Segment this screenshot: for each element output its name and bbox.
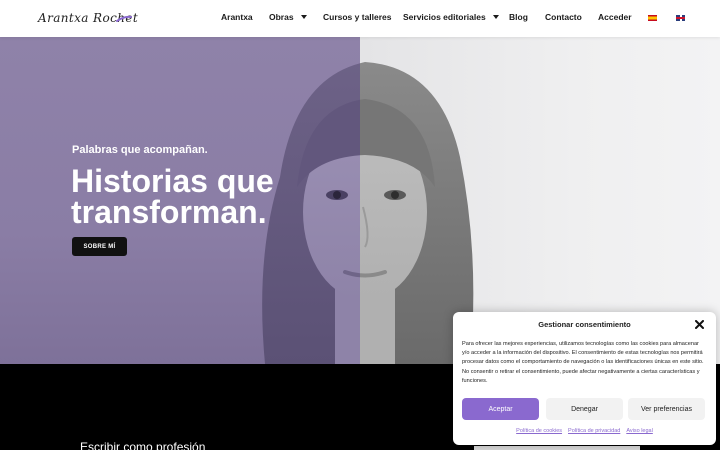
nav-label: Contacto: [545, 12, 582, 22]
nav-item-acceder[interactable]: Acceder: [598, 12, 632, 22]
hero-tagline: Palabras que acompañan.: [72, 144, 208, 156]
close-icon[interactable]: [695, 320, 704, 329]
about-me-button[interactable]: SOBRE MÍ: [72, 237, 127, 256]
section-heading: Escribir como profesión: [80, 440, 206, 450]
accept-button[interactable]: Aceptar: [462, 398, 539, 420]
view-preferences-button[interactable]: Ver preferencias: [628, 398, 705, 420]
hero-title: Historias que transforman.: [71, 163, 274, 230]
nav-label: Cursos y talleres: [323, 12, 392, 22]
nav-item-servicios[interactable]: Servicios editoriales: [403, 12, 499, 22]
nav-item-contacto[interactable]: Contacto: [545, 12, 582, 22]
consent-links: Política de cookies Política de privacid…: [453, 428, 716, 434]
cookie-policy-link[interactable]: Política de cookies: [516, 428, 562, 434]
nav-item-obras[interactable]: Obras: [269, 12, 307, 22]
chevron-down-icon: [300, 15, 307, 19]
privacy-policy-link[interactable]: Política de privacidad: [568, 428, 620, 434]
main-nav: Arantxa Obras Cursos y talleres Servicio…: [0, 0, 720, 37]
deny-button[interactable]: Denegar: [546, 398, 623, 420]
chevron-down-icon: [492, 15, 499, 19]
nav-item-blog[interactable]: Blog: [509, 12, 528, 22]
consent-text: Para ofrecer las mejores experiencias, u…: [462, 341, 704, 384]
nav-label: Servicios editoriales: [403, 12, 486, 22]
nav-item-arantxa[interactable]: Arantxa: [221, 12, 253, 22]
section-image: [474, 446, 640, 450]
nav-label: Obras: [269, 12, 294, 22]
site-header: Arantxa Rochet Arantxa Obras Cursos y ta…: [0, 0, 720, 37]
consent-title: Gestionar consentimiento: [538, 320, 631, 329]
nav-label: Acceder: [598, 12, 632, 22]
nav-label: Arantxa: [221, 12, 253, 22]
cookie-consent-dialog: Gestionar consentimiento Para ofrecer la…: [453, 312, 716, 445]
legal-notice-link[interactable]: Aviso legal: [626, 428, 653, 434]
nav-item-cursos[interactable]: Cursos y talleres: [323, 12, 392, 22]
nav-label: Blog: [509, 12, 528, 22]
es-flag-icon[interactable]: [648, 15, 657, 21]
en-flag-icon[interactable]: [676, 15, 685, 21]
